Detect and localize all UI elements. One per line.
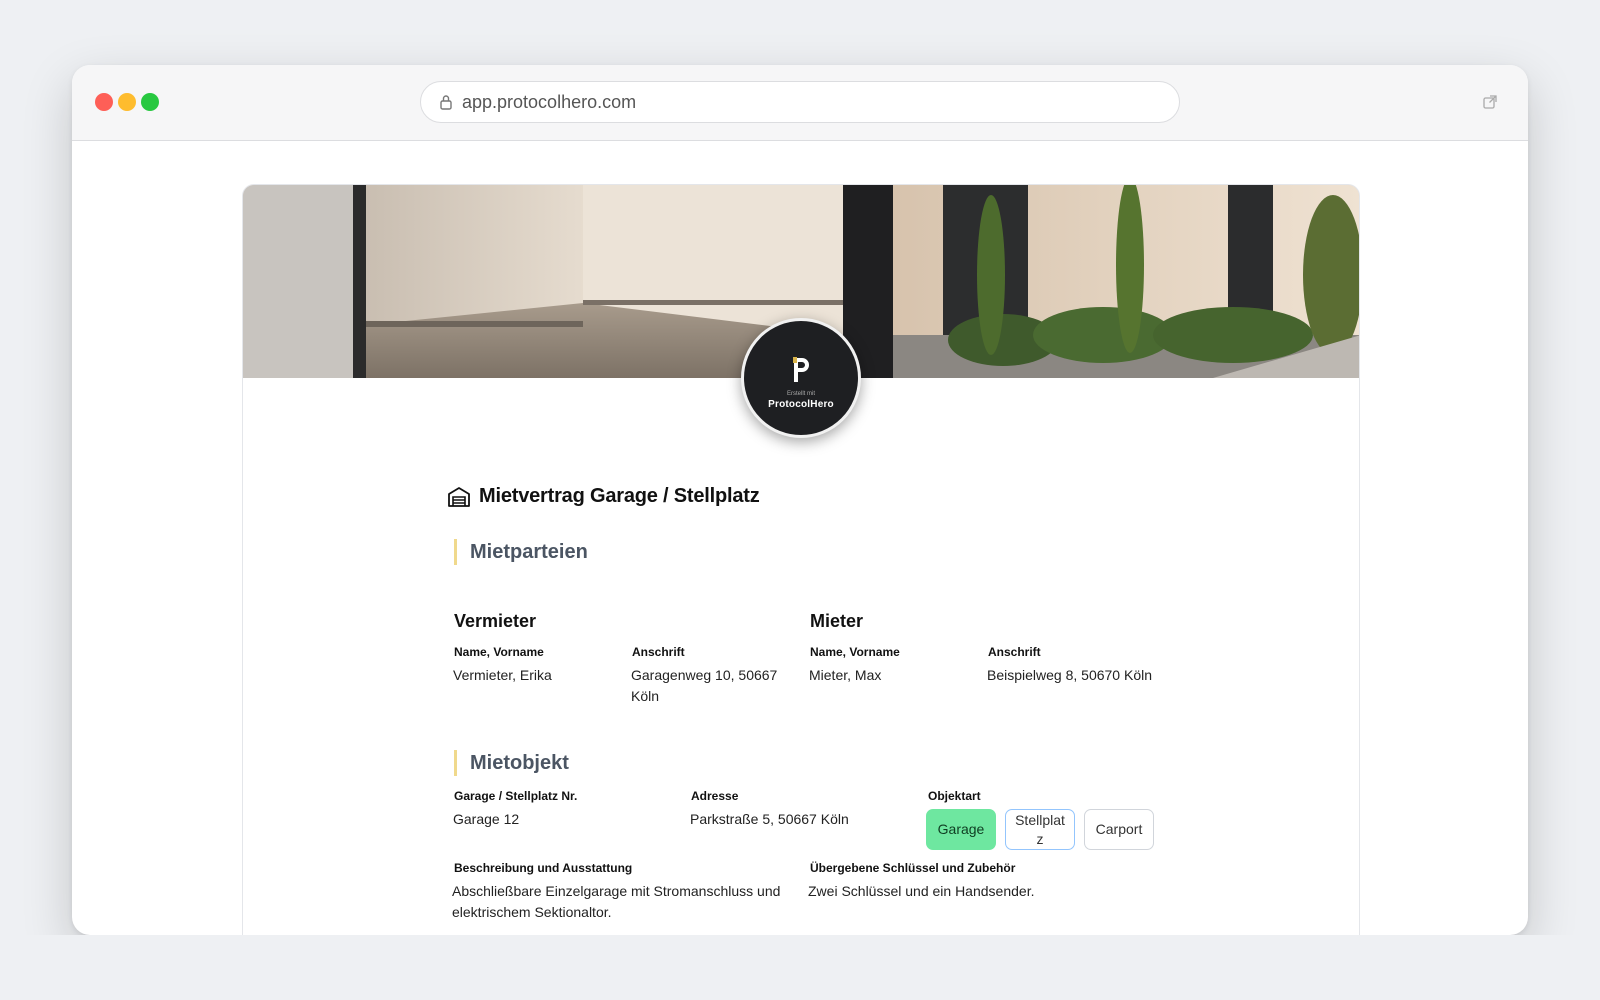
tenant-address-value: Beispielweg 8, 50670 Köln [987, 667, 1153, 683]
tenant-address-label: Anschrift [988, 645, 1041, 659]
close-window-button[interactable] [95, 93, 113, 111]
type-option-stellplatz[interactable]: Stellplatz [1005, 809, 1075, 850]
description-label: Beschreibung und Ausstattung [454, 861, 633, 875]
description-value: Abschließbare Einzelgarage mit Stromansc… [452, 883, 781, 920]
protocolhero-logo-badge: Erstellt mit ProtocolHero [741, 318, 861, 438]
type-option-garage[interactable]: Garage [926, 809, 996, 850]
landlord-address-value: Garagenweg 10, 50667 Köln [631, 667, 778, 704]
document-title: Mietvertrag Garage / Stellplatz [479, 485, 760, 507]
protocolhero-logo-icon [789, 355, 813, 385]
maximize-window-button[interactable] [141, 93, 159, 111]
keys-label: Übergebene Schlüssel und Zubehör [810, 861, 1016, 875]
garage-icon [447, 486, 471, 508]
contract-card [242, 184, 1360, 984]
object-address-label: Adresse [691, 789, 739, 803]
landlord-name-label: Name, Vorname [454, 645, 544, 659]
object-number-value: Garage 12 [453, 811, 520, 827]
address-bar[interactable]: app.protocolhero.com [420, 81, 1180, 123]
object-number-label: Garage / Stellplatz Nr. [454, 789, 578, 803]
tenant-name-label: Name, Vorname [810, 645, 900, 659]
external-link-icon[interactable] [1482, 94, 1498, 110]
object-type-options: Garage Stellplatz Carport [926, 809, 1154, 850]
type-option-carport[interactable]: Carport [1084, 809, 1154, 850]
object-type-label: Objektart [928, 789, 981, 803]
window-bottom-mask [0, 935, 1600, 1000]
lock-icon [439, 93, 453, 111]
landlord-name-value: Vermieter, Erika [453, 667, 552, 683]
section-heading-parties: Mietparteien [454, 539, 588, 565]
logo-created-with: Erstellt mit [786, 390, 815, 397]
keys-value: Zwei Schlüssel und ein Handsender. [808, 883, 1035, 899]
landlord-title: Vermieter [454, 611, 537, 631]
landlord-address-label: Anschrift [632, 645, 685, 659]
object-address-value: Parkstraße 5, 50667 Köln [690, 811, 849, 827]
tenant-title: Mieter [810, 611, 864, 631]
window-controls [95, 93, 159, 111]
tenant-name-value: Mieter, Max [809, 667, 882, 683]
url-text: app.protocolhero.com [462, 91, 637, 112]
section-heading-object: Mietobjekt [454, 750, 569, 776]
browser-titlebar: app.protocolhero.com [72, 65, 1528, 141]
type-option-stellplatz-label: Stellplatz [1015, 811, 1065, 847]
minimize-window-button[interactable] [118, 93, 136, 111]
page-title: Mietvertrag Garage / Stellplatz [447, 485, 760, 508]
logo-brand-name: ProtocolHero [768, 398, 834, 410]
